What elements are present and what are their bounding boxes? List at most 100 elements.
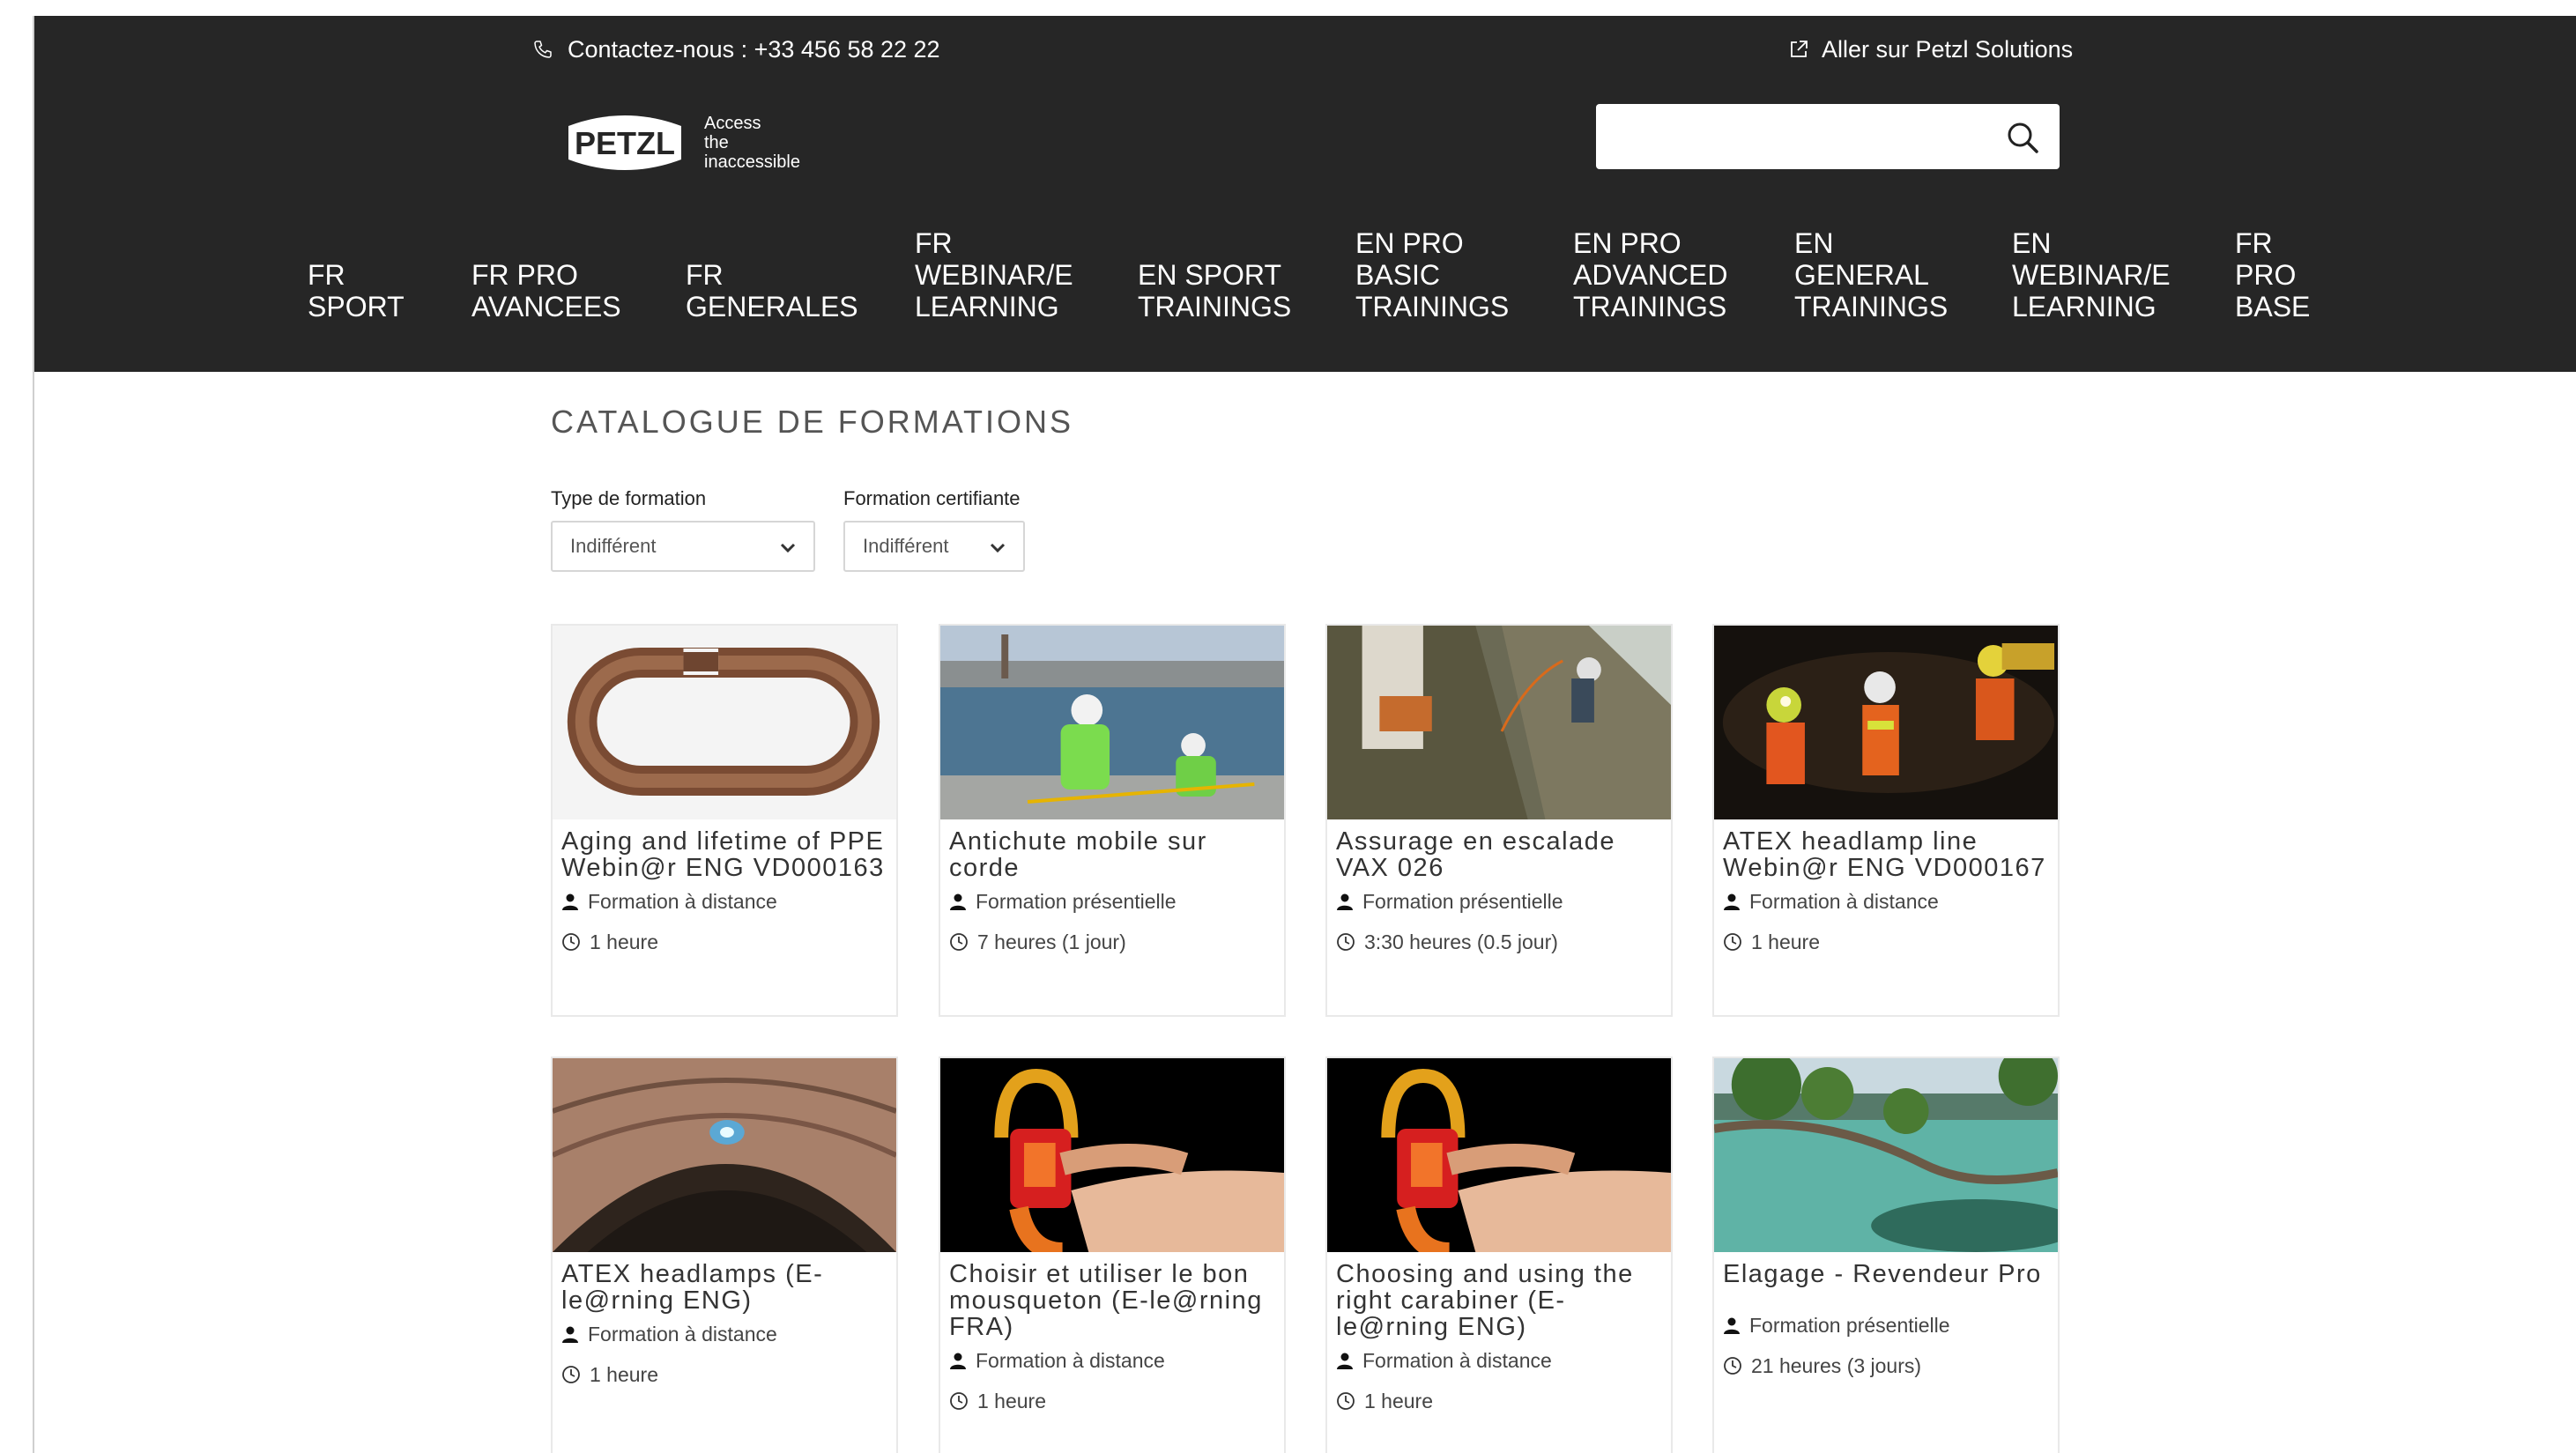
course-card[interactable]: Elagage - Revendeur Pro Formation présen… bbox=[1712, 1056, 2060, 1453]
course-title[interactable]: Choosing and using the right carabiner (… bbox=[1327, 1252, 1671, 1340]
rope-access-image bbox=[940, 626, 1284, 819]
search-input[interactable] bbox=[1612, 104, 1982, 169]
course-type: Formation présentielle bbox=[1327, 881, 1671, 922]
tunnel-headlamp-image bbox=[553, 1058, 896, 1252]
tagline-line-3: inaccessible bbox=[704, 152, 800, 172]
nav-en-general-trainings[interactable]: EN GENERAL TRAININGS bbox=[1794, 227, 1948, 322]
carabiner-hand-image bbox=[940, 1058, 1284, 1252]
course-type: Formation à distance bbox=[1714, 881, 2058, 922]
nav-en-pro-advanced-trainings[interactable]: EN PRO ADVANCED TRAININGS bbox=[1573, 227, 1727, 322]
clock-icon bbox=[949, 1391, 969, 1411]
course-duration: 1 heure bbox=[1714, 922, 2058, 962]
course-title[interactable]: Choisir et utiliser le bon mousqueton (E… bbox=[940, 1252, 1284, 1340]
course-duration: 21 heures (3 jours) bbox=[1714, 1346, 2058, 1386]
clock-icon bbox=[561, 1365, 581, 1384]
nav-fr-pro-base[interactable]: FR PRO BASE bbox=[2235, 227, 2310, 322]
course-duration-text: 7 heures (1 jour) bbox=[977, 930, 1126, 953]
course-duration-text: 1 heure bbox=[590, 1362, 659, 1386]
chevron-down-icon bbox=[988, 538, 1007, 558]
course-duration-text: 3:30 heures (0.5 jour) bbox=[1364, 930, 1558, 953]
course-type-text: Formation à distance bbox=[1749, 889, 1939, 913]
nav-en-webinar-elearning[interactable]: EN WEBINAR/E LEARNING bbox=[2012, 227, 2171, 322]
contact-link[interactable]: Contactez-nous : +33 456 58 22 22 bbox=[532, 32, 940, 67]
course-type-text: Formation présentielle bbox=[1362, 889, 1563, 913]
external-link-icon bbox=[1788, 39, 1809, 60]
person-icon bbox=[1336, 893, 1354, 910]
page-title: CATALOGUE DE FORMATIONS bbox=[551, 404, 1074, 440]
tree-pruning-image bbox=[1714, 1058, 2058, 1252]
tagline-line-1: Access bbox=[704, 114, 761, 133]
site-header: Contactez-nous : +33 456 58 22 22 Aller … bbox=[34, 16, 2576, 372]
course-title[interactable]: Elagage - Revendeur Pro bbox=[1714, 1252, 2058, 1287]
person-icon bbox=[949, 893, 967, 910]
nav-en-sport-trainings[interactable]: EN SPORT TRAININGS bbox=[1138, 259, 1291, 322]
course-title[interactable]: ATEX headlamps (E-le@rning ENG) bbox=[553, 1252, 896, 1314]
course-card[interactable]: Antichute mobile sur corde Formation pré… bbox=[939, 624, 1286, 1017]
course-type: Formation à distance bbox=[1327, 1340, 1671, 1381]
tagline-line-2: the bbox=[704, 133, 729, 152]
course-duration: 1 heure bbox=[553, 922, 896, 962]
course-duration-text: 1 heure bbox=[590, 930, 659, 953]
course-type: Formation à distance bbox=[553, 881, 896, 922]
petzl-solutions-link[interactable]: Aller sur Petzl Solutions bbox=[1788, 32, 2073, 67]
course-type-text: Formation à distance bbox=[588, 1322, 777, 1346]
nav-en-pro-basic-trainings[interactable]: EN PRO BASIC TRAININGS bbox=[1355, 227, 1509, 322]
course-duration-text: 21 heures (3 jours) bbox=[1751, 1353, 1922, 1377]
course-duration: 3:30 heures (0.5 jour) bbox=[1327, 922, 1671, 962]
atex-headlamp-image bbox=[1714, 626, 2058, 819]
nav-fr-pro-avancees[interactable]: FR PRO AVANCEES bbox=[471, 259, 621, 322]
contact-text: Contactez-nous : +33 456 58 22 22 bbox=[568, 35, 940, 63]
logo-wordmark: PETZL bbox=[575, 125, 675, 161]
course-type-text: Formation à distance bbox=[1362, 1348, 1552, 1372]
carabiner-image bbox=[553, 626, 896, 819]
clock-icon bbox=[1336, 1391, 1355, 1411]
select-value: Indifférent bbox=[863, 535, 949, 557]
climbing-belay-image bbox=[1327, 626, 1671, 819]
search-button[interactable] bbox=[2003, 118, 2042, 157]
filter-formation-certifiante: Formation certifiante Indifférent bbox=[843, 487, 1025, 572]
filter-label: Formation certifiante bbox=[843, 487, 1021, 509]
course-card[interactable]: ATEX headlamp line Webin@r ENG VD000167 … bbox=[1712, 624, 2060, 1017]
course-duration-text: 1 heure bbox=[1364, 1389, 1434, 1412]
search-icon bbox=[2008, 122, 2038, 153]
filters-bar: Type de formation Indifférent Formation … bbox=[551, 487, 1025, 572]
select-value: Indifférent bbox=[570, 535, 657, 557]
petzl-logo[interactable]: PETZL Access the inaccessible bbox=[563, 108, 800, 177]
type-formation-select[interactable]: Indifférent bbox=[551, 521, 815, 572]
course-duration: 7 heures (1 jour) bbox=[940, 922, 1284, 962]
course-duration-text: 1 heure bbox=[1751, 930, 1821, 953]
course-type: Formation présentielle bbox=[1714, 1305, 2058, 1346]
person-icon bbox=[561, 1325, 579, 1343]
carabiner-hand-image bbox=[1327, 1058, 1671, 1252]
nav-fr-webinar-elearning[interactable]: FR WEBINAR/E LEARNING bbox=[915, 227, 1073, 322]
course-duration-text: 1 heure bbox=[977, 1389, 1047, 1412]
course-type-text: Formation présentielle bbox=[976, 889, 1177, 913]
course-card[interactable]: Choisir et utiliser le bon mousqueton (E… bbox=[939, 1056, 1286, 1453]
course-title[interactable]: Aging and lifetime of PPE Webin@r ENG VD… bbox=[553, 819, 896, 881]
clock-icon bbox=[1336, 932, 1355, 952]
course-card[interactable]: Assurage en escalade VAX 026 Formation p… bbox=[1325, 624, 1673, 1017]
course-title[interactable]: Assurage en escalade VAX 026 bbox=[1327, 819, 1671, 881]
course-duration: 1 heure bbox=[940, 1381, 1284, 1421]
person-icon bbox=[1723, 1316, 1741, 1334]
formation-certifiante-select[interactable]: Indifférent bbox=[843, 521, 1025, 572]
course-type: Formation présentielle bbox=[940, 881, 1284, 922]
course-title[interactable]: ATEX headlamp line Webin@r ENG VD000167 bbox=[1714, 819, 2058, 881]
phone-icon bbox=[532, 39, 553, 60]
course-card[interactable]: Aging and lifetime of PPE Webin@r ENG VD… bbox=[551, 624, 898, 1017]
person-icon bbox=[949, 1352, 967, 1369]
course-card[interactable]: ATEX headlamps (E-le@rning ENG) Formatio… bbox=[551, 1056, 898, 1453]
course-type-text: Formation présentielle bbox=[1749, 1313, 1950, 1337]
nav-fr-sport[interactable]: FR SPORT bbox=[308, 259, 405, 322]
filter-type-formation: Type de formation Indifférent bbox=[551, 487, 815, 572]
course-card[interactable]: Choosing and using the right carabiner (… bbox=[1325, 1056, 1673, 1453]
clock-icon bbox=[1723, 932, 1742, 952]
petzl-solutions-text: Aller sur Petzl Solutions bbox=[1822, 35, 2074, 63]
page-frame: Contactez-nous : +33 456 58 22 22 Aller … bbox=[33, 16, 2576, 1453]
petzl-logo-mark: PETZL bbox=[568, 115, 681, 170]
course-type: Formation à distance bbox=[940, 1340, 1284, 1381]
course-title[interactable]: Antichute mobile sur corde bbox=[940, 819, 1284, 881]
catalogue-section: CATALOGUE DE FORMATIONS Type de formatio… bbox=[551, 404, 2093, 572]
nav-fr-generales[interactable]: FR GENERALES bbox=[686, 259, 858, 322]
course-duration: 1 heure bbox=[553, 1354, 896, 1395]
